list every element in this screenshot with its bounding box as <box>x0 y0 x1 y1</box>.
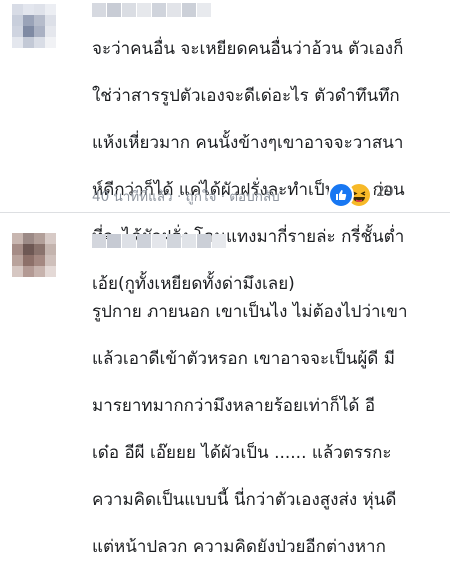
avatar[interactable] <box>12 233 56 277</box>
comment-line: รูปกาย ภายนอก เขาเป็นไง ไม่ต้องไปว่าเขา <box>92 301 408 322</box>
comment-line: จะว่าคนอื่น จะเหยียดคนอื่นว่าอ้วน ตัวเอง… <box>92 38 404 59</box>
comment-line: แห้งเหี่ยวมาก คนนั้งข้างๆเขาอาจจะวาสนา <box>92 132 404 153</box>
like-icon <box>328 182 354 208</box>
reply-link[interactable]: ตอบกลับ <box>229 189 279 205</box>
comment-1: จะว่าคนอื่น จะเหยียดคนอื่นว่าอ้วน ตัวเอง… <box>0 0 450 294</box>
comment-meta: 40 นาทีที่แล้ว · ถูกใจ · ตอบกลับ <box>92 185 280 207</box>
comment-line: เด๋อ อีผี เอ๊ยยย ได้ผัวเป็น ...... แล้วต… <box>92 442 392 463</box>
comment-2: รูปกาย ภายนอก เขาเป็นไง ไม่ต้องไปว่าเขา … <box>0 213 450 557</box>
meta-separator: · <box>220 189 225 205</box>
comment-line: แล้วเอาดีเข้าตัวหรอก เขาอาจจะเป็นผู้ดี ม… <box>92 348 395 369</box>
reaction-count: 29 <box>376 184 394 200</box>
avatar[interactable] <box>12 4 56 48</box>
comment-line: ใช่ว่าสารรูปตัวเองจะดีเด่อะไร ตัวดำทึนทึ… <box>92 85 400 106</box>
comment-line: มารยาทมากกว่ามึงหลายร้อยเท่าก็ได้ อี <box>92 395 376 416</box>
reaction-summary[interactable]: 29 <box>328 182 438 208</box>
comment-text: รูปกาย ภายนอก เขาเป็นไง ไม่ต้องไปว่าเขา … <box>92 277 444 583</box>
like-link[interactable]: ถูกใจ <box>186 189 217 205</box>
author-name-redacted[interactable] <box>92 233 227 248</box>
comment-time[interactable]: 40 นาทีที่แล้ว <box>92 189 173 205</box>
comment-line: ความคิดเป็นแบบนี้ นี่กว่าตัวเองสูงส่ง หุ… <box>92 489 397 510</box>
meta-separator: · <box>176 189 182 205</box>
comment-line: แต่หน้าปลวก ความคิดยังป่วยอีกต่างหาก <box>92 536 386 557</box>
